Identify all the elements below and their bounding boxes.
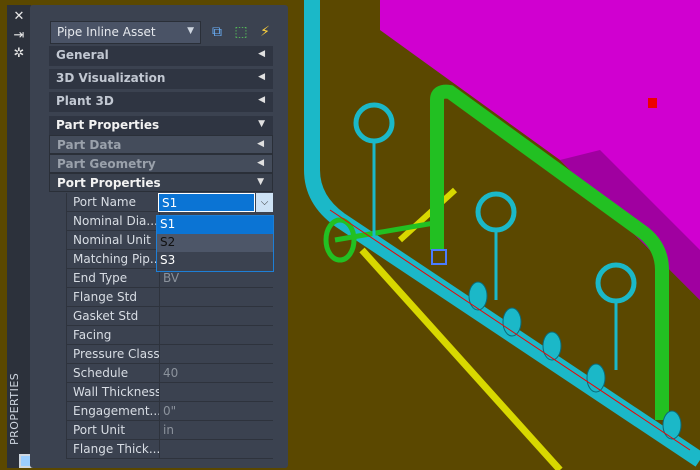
- tank-marker: [648, 98, 657, 108]
- property-label: Nominal Unit: [73, 233, 151, 247]
- collapse-arrow-icon: ◀: [257, 139, 264, 149]
- port-name-dropdown-button[interactable]: ⌵: [256, 193, 273, 212]
- property-row[interactable]: Schedule 40: [66, 364, 273, 383]
- property-row[interactable]: Flange Std: [66, 288, 273, 307]
- property-value[interactable]: 40: [159, 364, 274, 382]
- property-value[interactable]: [159, 326, 274, 344]
- property-label: Wall Thickness: [73, 385, 159, 399]
- collapse-arrow-icon: ◀: [258, 49, 265, 59]
- section-plant-3d[interactable]: Plant 3D ◀: [49, 92, 273, 112]
- property-row[interactable]: Gasket Std: [66, 307, 273, 326]
- property-label: Schedule: [73, 366, 129, 380]
- property-value[interactable]: in: [159, 421, 274, 439]
- option-s2[interactable]: S2: [157, 234, 273, 252]
- property-value[interactable]: [159, 383, 274, 401]
- expand-arrow-icon: ▼: [258, 119, 265, 129]
- property-row[interactable]: Flange Thick...: [66, 440, 273, 459]
- property-label: Nominal Dia...: [73, 214, 158, 228]
- palette-title-strip[interactable]: ✕ ⇥ ✲ PROPERTIES: [7, 5, 33, 468]
- chevron-down-icon: ▼: [187, 26, 194, 36]
- subsection-part-geometry[interactable]: Part Geometry ◀: [49, 154, 273, 173]
- property-value[interactable]: [159, 440, 274, 458]
- close-icon[interactable]: ✕: [11, 9, 27, 25]
- collapse-arrow-icon: ◀: [258, 95, 265, 105]
- property-label: Engagement...: [73, 404, 159, 418]
- yellow-pipe[interactable]: [359, 247, 563, 470]
- property-row[interactable]: Engagement... 0": [66, 402, 273, 421]
- property-row[interactable]: Facing: [66, 326, 273, 345]
- property-label: Flange Std: [73, 290, 137, 304]
- property-label: End Type: [73, 271, 128, 285]
- property-label: Port Name: [73, 195, 137, 209]
- property-label: Port Unit: [73, 423, 126, 437]
- property-row[interactable]: Port Unit in: [66, 421, 273, 440]
- object-type-value: Pipe Inline Asset: [57, 25, 156, 39]
- quick-select-icon[interactable]: ⚡: [255, 22, 275, 42]
- object-type-select[interactable]: Pipe Inline Asset ▼: [50, 21, 201, 44]
- property-label: Gasket Std: [73, 309, 139, 323]
- property-value[interactable]: [159, 307, 274, 325]
- property-label: Pressure Class: [73, 347, 159, 361]
- property-value[interactable]: 0": [159, 402, 274, 420]
- property-label: Facing: [73, 328, 112, 342]
- property-label: Flange Thick...: [73, 442, 159, 456]
- auto-hide-icon[interactable]: ⇥: [11, 28, 27, 44]
- property-row[interactable]: Pressure Class: [66, 345, 273, 364]
- select-objects-icon[interactable]: ⬚: [231, 22, 251, 42]
- expand-arrow-icon: ▼: [257, 177, 264, 187]
- property-row[interactable]: Wall Thickness: [66, 383, 273, 402]
- collapse-arrow-icon: ◀: [257, 158, 264, 168]
- section-3d-visualization[interactable]: 3D Visualization ◀: [49, 69, 273, 89]
- settings-icon[interactable]: ✲: [11, 46, 27, 62]
- option-s1[interactable]: S1: [157, 216, 273, 234]
- port-name-field[interactable]: S1: [158, 193, 255, 212]
- subsection-port-properties[interactable]: Port Properties ▼: [49, 173, 273, 192]
- option-s3[interactable]: S3: [157, 252, 273, 270]
- section-part-properties[interactable]: Part Properties ▼: [49, 116, 273, 136]
- property-value[interactable]: [159, 345, 274, 363]
- section-general[interactable]: General ◀: [49, 46, 273, 66]
- palette-title: PROPERTIES: [8, 372, 21, 445]
- port-name-options: S1 S2 S3: [156, 215, 274, 272]
- property-value[interactable]: [159, 288, 274, 306]
- property-label: Matching Pip...: [73, 252, 159, 266]
- collapse-arrow-icon: ◀: [258, 72, 265, 82]
- toggle-pickadd-icon[interactable]: ⧉: [207, 22, 227, 42]
- subsection-part-data[interactable]: Part Data ◀: [49, 135, 273, 154]
